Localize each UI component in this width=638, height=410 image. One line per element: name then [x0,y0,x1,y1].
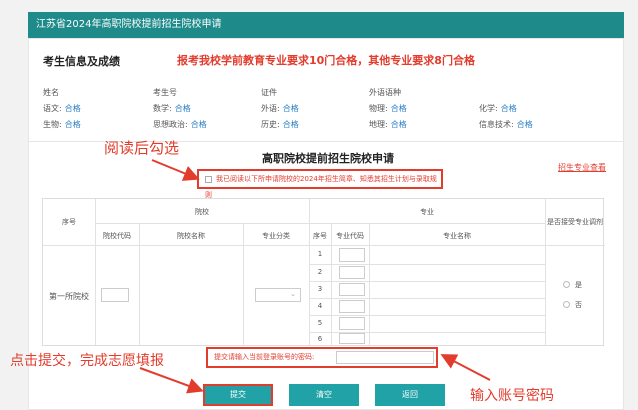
chevron-down-icon: ⌄ [290,290,296,298]
header-school-code: 院校代码 [103,232,131,240]
info-section-title: 考生信息及成绩 [43,55,120,68]
score-chinese: 语文: 合格 [43,104,81,113]
page-header: 江苏省2024年高职院校提前招生院校申请 [28,12,624,38]
annotation-password: 输入账号密码 [470,388,554,404]
score-it: 信息技术: 合格 [479,120,533,129]
major-code-input[interactable] [339,333,365,344]
annotation-read-check: 阅读后勾选 [104,139,180,157]
application-table: 序号 院校 专业 是否接受专业调剂 院校代码 院校名称 专业分类 序号 专业代码… [42,198,605,346]
form-title: 高职院校提前招生院校申请 [262,152,394,165]
major-row-seq: 4 [317,302,323,310]
header-major-code: 专业代码 [336,232,364,240]
clear-button[interactable]: 清空 [289,384,359,406]
adjust-yes-label: 是 [575,281,582,289]
back-button[interactable]: 返回 [375,384,445,406]
major-category-select[interactable]: ⌄ [255,288,301,302]
header-major-category: 专业分类 [262,232,290,240]
header-seq: 序号 [62,218,76,226]
major-row-seq: 1 [317,250,323,258]
score-politics: 思想政治: 合格 [153,120,207,129]
adjust-no-radio[interactable] [563,301,570,308]
header-major-seq: 序号 [313,232,327,240]
school-code-input[interactable] [101,288,129,302]
password-label: 提交请输入当前登录账号的密码: [214,353,315,361]
major-row-seq: 6 [317,335,323,343]
header-accept-adjust: 是否接受专业调剂 [547,218,603,226]
password-row: 提交请输入当前登录账号的密码: [206,347,438,368]
score-biology: 生物: 合格 [43,120,81,129]
header-major-name: 专业名称 [443,232,471,240]
header-school-name: 院校名称 [177,232,205,240]
major-code-input[interactable] [339,248,365,262]
info-language: 外语语种 [369,88,401,97]
score-chemistry: 化学: 合格 [479,104,517,113]
major-row-seq: 5 [317,319,323,327]
major-code-input[interactable] [339,283,365,296]
adjust-yes-radio[interactable] [563,281,570,288]
info-id: 证件 [261,88,277,97]
adjust-no-label: 否 [575,301,582,309]
score-geography: 地理: 合格 [369,120,407,129]
view-majors-link[interactable]: 招生专业查看 [558,162,606,173]
score-physics: 物理: 合格 [369,104,407,113]
major-row-seq: 2 [317,268,323,276]
major-code-input[interactable] [339,300,365,313]
major-code-input[interactable] [339,266,365,279]
header-major: 专业 [420,208,434,216]
annotation-submit: 点击提交，完成志愿填报 [10,353,164,369]
student-info-panel: 考生信息及成绩 报考我校学前教育专业要求10门合格，其他专业要求8门合格 姓名 … [28,38,624,142]
agreement-checkbox[interactable] [205,175,212,183]
info-exam-no: 考生号 [153,88,177,97]
requirement-notice: 报考我校学前教育专业要求10门合格，其他专业要求8门合格 [177,54,475,67]
submit-button[interactable]: 提交 [203,384,273,406]
agreement-row[interactable]: 我已阅读以下所申请院校的2024年招生简章、知悉其招生计划与录取规则 [197,169,443,199]
password-input[interactable] [336,351,434,364]
score-math: 数学: 合格 [153,104,191,113]
major-row-seq: 3 [317,285,323,293]
score-history: 历史: 合格 [261,120,299,129]
info-name: 姓名 [43,88,59,97]
major-code-input[interactable] [339,317,365,330]
score-foreign: 外语: 合格 [261,104,299,113]
header-school: 院校 [195,208,209,216]
row-first-school-label: 第一所院校 [49,292,89,301]
